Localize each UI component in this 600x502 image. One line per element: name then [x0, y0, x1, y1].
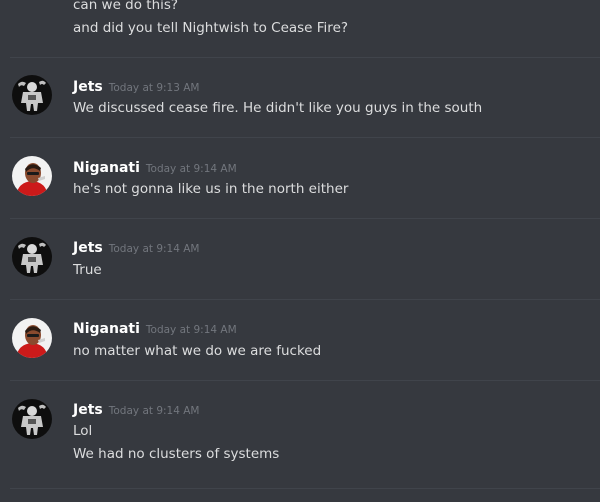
message-divider	[10, 299, 600, 300]
timestamp: Today at 9:14 AM	[145, 324, 237, 336]
timestamp: Today at 9:14 AM	[108, 243, 200, 255]
message-header: Niganati Today at 9:14 AM	[73, 158, 237, 178]
username[interactable]: Niganati	[73, 321, 140, 337]
message-text: We discussed cease fire. He didn't like …	[73, 100, 483, 116]
message-header: Jets Today at 9:14 AM	[73, 400, 200, 420]
username[interactable]: Jets	[73, 240, 103, 256]
chat-message-list: can we do this? and did you tell Nightwi…	[0, 0, 600, 502]
niganati-avatar-icon[interactable]	[12, 318, 52, 358]
username[interactable]: Jets	[73, 402, 103, 418]
message-divider	[10, 137, 600, 138]
message-text: Lol	[73, 423, 93, 439]
message-header: Niganati Today at 9:14 AM	[73, 319, 237, 339]
jets-avatar-icon[interactable]	[12, 237, 52, 277]
message-divider	[10, 218, 600, 219]
jets-avatar-icon[interactable]	[12, 399, 52, 439]
message-text: True	[73, 262, 102, 278]
message-header: Jets Today at 9:14 AM	[73, 238, 200, 258]
message-divider	[10, 488, 600, 489]
username[interactable]: Jets	[73, 79, 103, 95]
jets-avatar-icon[interactable]	[12, 75, 52, 115]
message-text: We had no clusters of systems	[73, 446, 280, 462]
timestamp: Today at 9:14 AM	[108, 405, 200, 417]
message-divider	[10, 380, 600, 381]
message-text: and did you tell Nightwish to Cease Fire…	[73, 20, 349, 36]
message-text: can we do this?	[73, 0, 179, 13]
message-divider	[10, 57, 600, 58]
message-text: he's not gonna like us in the north eith…	[73, 181, 349, 197]
timestamp: Today at 9:14 AM	[145, 163, 237, 175]
niganati-avatar-icon[interactable]	[12, 156, 52, 196]
message-text: no matter what we do we are fucked	[73, 343, 322, 359]
message-header: Jets Today at 9:13 AM	[73, 77, 200, 97]
timestamp: Today at 9:13 AM	[108, 82, 200, 94]
username[interactable]: Niganati	[73, 160, 140, 176]
